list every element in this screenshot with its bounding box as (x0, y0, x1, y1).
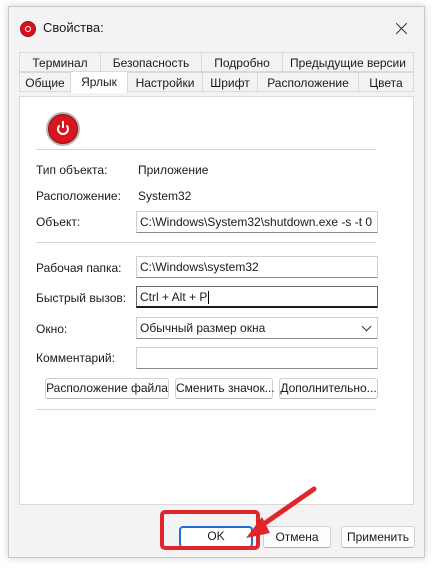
change-icon-button[interactable]: Сменить значок... (175, 378, 275, 399)
advanced-button[interactable]: Дополнительно... (279, 378, 378, 399)
tab-colors[interactable]: Цвета (358, 72, 414, 92)
tab-options[interactable]: Настройки (127, 72, 203, 92)
comment-input[interactable] (136, 347, 378, 369)
hotkey-label: Быстрый вызов: (36, 291, 127, 305)
window-label: Окно: (36, 322, 68, 336)
apply-button[interactable]: Применить (341, 526, 415, 548)
tab-terminal[interactable]: Терминал (19, 52, 101, 72)
close-icon[interactable] (388, 17, 416, 41)
target-input[interactable]: C:\Windows\System32\shutdown.exe -s -t 0 (136, 211, 378, 233)
cancel-button[interactable]: Отмена (263, 526, 331, 548)
comment-label: Комментарий: (36, 351, 115, 365)
divider (36, 242, 376, 243)
workdir-input[interactable]: C:\Windows\system32 (136, 256, 378, 278)
tab-layout[interactable]: Расположение (257, 72, 359, 92)
text-caret (208, 291, 210, 305)
window-select[interactable]: Обычный размер окна (136, 317, 378, 339)
tab-general[interactable]: Общие (19, 72, 71, 92)
tab-shortcut[interactable]: Ярлык (70, 71, 128, 93)
divider (36, 409, 376, 410)
title-bar: Свойства: (9, 7, 424, 49)
tab-font[interactable]: Шрифт (202, 72, 258, 92)
workdir-label: Рабочая папка: (36, 261, 122, 275)
window-title: Свойства: (43, 20, 104, 35)
properties-dialog: Свойства: Терминал Безопасность Подробно… (8, 6, 425, 558)
highlight-box (160, 510, 260, 550)
target-label: Объект: (36, 215, 81, 229)
location-label: Расположение: (36, 189, 121, 203)
tab-details[interactable]: Подробно (201, 52, 283, 72)
type-label: Тип объекта: (36, 163, 108, 177)
hotkey-value: Ctrl + Alt + P (140, 290, 208, 304)
shortcut-panel: Тип объекта: Приложение Расположение: Sy… (19, 96, 414, 505)
tab-security[interactable]: Безопасность (100, 52, 202, 72)
power-icon (21, 22, 35, 36)
type-value: Приложение (138, 163, 209, 177)
window-select-value: Обычный размер окна (140, 321, 266, 335)
power-icon (46, 112, 80, 146)
chevron-down-icon (361, 321, 372, 332)
divider (36, 149, 376, 150)
file-location-button[interactable]: Расположение файла (45, 378, 169, 399)
hotkey-input[interactable]: Ctrl + Alt + P (136, 286, 378, 308)
tab-previous-versions[interactable]: Предыдущие версии (282, 52, 414, 72)
location-value: System32 (138, 189, 192, 203)
